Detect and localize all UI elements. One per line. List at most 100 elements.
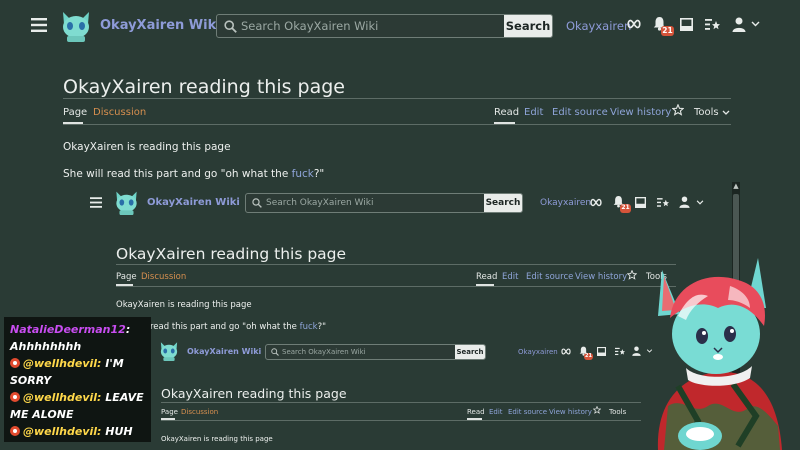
watchlist-icon[interactable] [705, 18, 720, 31]
search-icon [271, 348, 279, 356]
user-icon[interactable] [732, 17, 746, 32]
tab-edit[interactable]: Edit [524, 107, 543, 118]
vtuber-avatar [638, 256, 800, 450]
page-title: OkayXairen reading this page [161, 386, 347, 401]
tab-view-history[interactable]: View history [549, 408, 592, 416]
page-title: OkayXairen reading this page [116, 245, 347, 263]
notification-badge: 21 [620, 204, 631, 213]
tab-page[interactable]: Page [161, 408, 178, 416]
chat-colon: : [125, 323, 131, 336]
tab-discussion[interactable]: Discussion [93, 107, 146, 118]
search-box: Search [265, 344, 486, 360]
paragraph-2-link[interactable]: fuck [300, 322, 318, 332]
tabs-divider [116, 286, 676, 287]
paragraph-2-text: read this part and go "oh what the [150, 322, 300, 332]
reply-icon [10, 392, 20, 402]
tab-discussion[interactable]: Discussion [181, 408, 218, 416]
chat-message-text: Ahhhhhhhh [10, 340, 82, 353]
star-icon[interactable] [627, 270, 637, 280]
tab-page[interactable]: Page [116, 272, 137, 282]
notification-badge: 21 [661, 26, 674, 36]
tab-page[interactable]: Page [63, 107, 87, 118]
tab-edit[interactable]: Edit [489, 408, 503, 416]
tab-discussion[interactable]: Discussion [141, 272, 186, 282]
tab-edit[interactable]: Edit [502, 272, 518, 282]
tab-read-underline [467, 418, 482, 420]
tab-page-underline [161, 418, 175, 420]
watchlist-icon[interactable] [657, 197, 669, 208]
site-brand[interactable]: OkayXairen Wiki [187, 347, 261, 356]
tab-edit-source[interactable]: Edit source [526, 272, 573, 282]
infinity-icon[interactable] [561, 348, 571, 355]
chat-message: @wellhdevil: HUH [10, 423, 145, 440]
tab-read[interactable]: Read [467, 408, 485, 416]
notification-badge: 21 [584, 353, 593, 360]
chevron-down-icon[interactable] [696, 200, 704, 205]
paragraph-2-end: ?" [317, 322, 327, 332]
username-link[interactable]: Okayxairen [518, 348, 558, 356]
username-link[interactable]: Okayxairen [540, 198, 591, 208]
tab-tools[interactable]: Tools [609, 408, 626, 416]
search-button[interactable]: Search [484, 194, 522, 212]
site-brand[interactable]: OkayXairen Wiki [147, 197, 240, 208]
paragraph-1: OkayXairen is reading this page [116, 300, 252, 310]
search-input[interactable] [266, 198, 484, 208]
cat-logo-icon[interactable] [158, 341, 180, 361]
username-link[interactable]: Okayxairen [566, 19, 631, 33]
tab-edit-source[interactable]: Edit source [508, 408, 547, 416]
watchlist-icon[interactable] [615, 347, 625, 356]
reply-icon [10, 426, 20, 436]
infinity-icon[interactable] [590, 198, 602, 207]
chat-message: @wellhdevil: I'M SORRY [10, 355, 145, 389]
page-title: OkayXairen reading this page [63, 76, 345, 98]
cat-logo-icon[interactable] [59, 10, 93, 42]
wiki-header: OkayXairen Wiki Search Okayxairen 21 [66, 182, 732, 226]
paragraph-2-link[interactable]: fuck [292, 168, 314, 180]
search-box: Search [245, 193, 523, 213]
search-box: Search [216, 14, 553, 38]
search-icon [252, 198, 262, 208]
tab-page-underline [63, 122, 83, 124]
chat-username: NatalieDeerman12 [10, 323, 126, 336]
chat-reply-user: @wellhdevil: [23, 357, 102, 370]
tray-icon[interactable] [635, 197, 646, 208]
chevron-down-icon[interactable] [751, 21, 760, 27]
search-button[interactable]: Search [504, 15, 552, 37]
stream-chat-overlay: NatalieDeerman12: Ahhhhhhhh @wellhdevil:… [4, 317, 151, 442]
hamburger-icon[interactable] [31, 18, 47, 32]
paragraph-1: OkayXairen is reading this page [63, 141, 231, 153]
reply-icon [10, 358, 20, 368]
search-button[interactable]: Search [455, 345, 485, 359]
title-divider [63, 98, 731, 99]
infinity-icon[interactable] [627, 19, 641, 29]
tab-tools[interactable]: Tools [694, 107, 719, 118]
paragraph-2: read this part and go "oh what the fuck?… [150, 322, 326, 332]
title-divider [161, 402, 641, 403]
tray-icon[interactable] [680, 18, 693, 31]
embedded-page-level-2: OkayXairen Wiki Search Okayxairen 21 O [66, 182, 732, 450]
tray-icon[interactable] [597, 347, 606, 356]
scroll-up-arrow[interactable]: ▲ [732, 182, 740, 190]
search-icon [224, 19, 237, 33]
search-input[interactable] [282, 348, 455, 356]
search-input[interactable] [241, 19, 504, 33]
tab-view-history[interactable]: View history [575, 272, 627, 282]
paragraph-2-text: She will read this part and go "oh what … [63, 168, 292, 180]
site-brand[interactable]: OkayXairen Wiki [100, 18, 221, 33]
star-icon[interactable] [593, 406, 601, 414]
star-icon[interactable] [672, 104, 684, 116]
user-icon[interactable] [679, 196, 690, 208]
paragraph-2-end: ?" [313, 168, 325, 180]
cat-logo-icon[interactable] [113, 190, 140, 215]
chat-message: NatalieDeerman12: [10, 321, 145, 338]
tab-view-history[interactable]: View history [610, 107, 671, 118]
tab-read-underline [476, 284, 494, 286]
tab-read-underline [494, 122, 515, 124]
tab-page-underline [116, 284, 133, 286]
paragraph-1: OkayXairen is reading this page [161, 435, 273, 443]
tab-read[interactable]: Read [476, 272, 497, 282]
hamburger-icon[interactable] [90, 197, 102, 208]
tab-edit-source[interactable]: Edit source [552, 107, 608, 118]
tab-read[interactable]: Read [494, 107, 519, 118]
chevron-down-icon[interactable] [722, 110, 730, 115]
